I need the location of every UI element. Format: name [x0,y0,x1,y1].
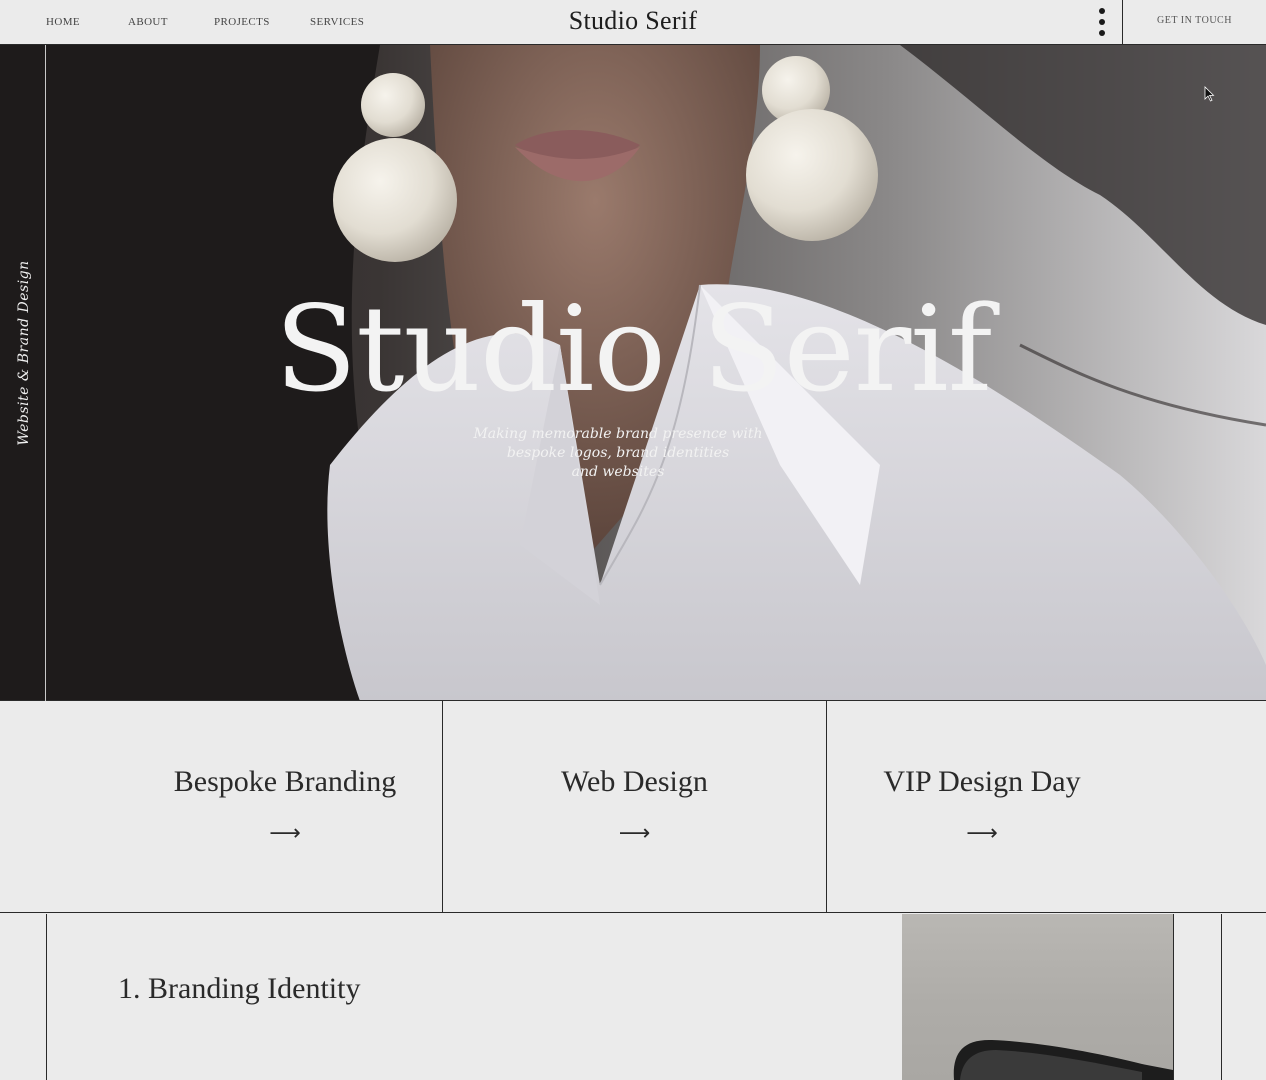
branding-identity-section: 1. Branding Identity [0,914,1266,1080]
section-heading: 1. Branding Identity [118,972,361,1005]
nav-about-link[interactable]: ABOUT [128,16,168,28]
brand-logo[interactable]: Studio Serif [569,6,698,35]
hero-section: Studio Serif Making memorable brand pres… [0,45,1266,701]
service-title: VIP Design Day [883,765,1081,798]
chair-sculpture-image [953,1039,1173,1080]
section-rule-right [1173,914,1174,1080]
site-header: HOME ABOUT PROJECTS SERVICES Studio Seri… [0,0,1266,45]
hero-subtitle-line-2: bespoke logos, brand identities [506,445,730,461]
brand-logo-wrap: Studio Serif [0,6,1266,36]
project-image [902,914,1173,1080]
vertical-tagline: Website & Brand Design [16,260,32,446]
service-card-bespoke-branding[interactable]: Bespoke Branding ⟶ [0,701,442,913]
arrow-right-icon[interactable]: ⟶ [443,821,826,846]
nav-home-link[interactable]: HOME [46,16,80,28]
section-rule-left [46,914,47,1080]
service-card-vip-design-day[interactable]: VIP Design Day ⟶ [827,701,1137,913]
hero-side-rule [45,45,46,701]
service-title: Bespoke Branding [173,765,397,798]
hero-title: Studio Serif [274,280,993,418]
nav-services-link[interactable]: SERVICES [310,16,364,28]
arrow-right-icon[interactable]: ⟶ [827,821,1137,846]
kebab-menu-icon[interactable] [1094,6,1110,38]
section-rule-outer [1221,914,1222,1080]
hero-subtitle-line-1: Making memorable brand presence with [473,426,763,442]
mouse-cursor-icon [1204,86,1215,102]
nav-projects-link[interactable]: PROJECTS [214,16,270,28]
hero-subtitle-line-3: and websites [571,464,665,480]
services-row: Bespoke Branding ⟶ Web Design ⟶ VIP Desi… [0,701,1266,913]
get-in-touch-button[interactable]: GET IN TOUCH [1123,0,1266,45]
arrow-right-icon[interactable]: ⟶ [64,821,506,846]
service-card-web-design[interactable]: Web Design ⟶ [443,701,826,913]
hero-subtitle: Making memorable brand presence with bes… [468,425,768,482]
service-title: Web Design [561,765,708,798]
